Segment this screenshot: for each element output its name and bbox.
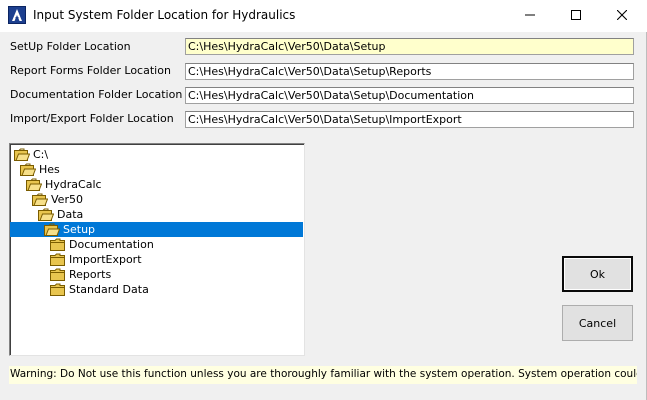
ok-button[interactable]: Ok bbox=[562, 256, 633, 292]
tree-item-label: Documentation bbox=[69, 238, 154, 251]
tree-item[interactable]: Documentation bbox=[10, 237, 303, 252]
maximize-icon bbox=[571, 9, 581, 23]
open-folder-icon bbox=[38, 208, 55, 221]
tree-item[interactable]: HydraCalc bbox=[10, 177, 303, 192]
tree-item-label: Standard Data bbox=[69, 283, 149, 296]
open-folder-icon bbox=[44, 223, 61, 236]
tree-item-label: ImportExport bbox=[69, 253, 142, 266]
open-folder-icon bbox=[32, 193, 49, 206]
folder-icon bbox=[50, 283, 66, 296]
report-forms-folder-input[interactable]: C:\Hes\HydraCalc\Ver50\Data\Setup\Report… bbox=[185, 63, 634, 80]
close-icon bbox=[616, 9, 628, 23]
documentation-folder-input[interactable]: C:\Hes\HydraCalc\Ver50\Data\Setup\Docume… bbox=[185, 87, 634, 104]
open-folder-icon bbox=[20, 163, 37, 176]
folder-icon bbox=[50, 238, 66, 251]
report-forms-folder-label: Report Forms Folder Location bbox=[10, 64, 171, 77]
close-button[interactable] bbox=[599, 0, 645, 32]
tree-item-label: Setup bbox=[63, 223, 96, 236]
tree-item[interactable]: Setup bbox=[10, 222, 303, 237]
setup-folder-input[interactable]: C:\Hes\HydraCalc\Ver50\Data\Setup bbox=[185, 38, 634, 55]
tree-item-label: C:\ bbox=[33, 148, 49, 161]
documentation-folder-label: Documentation Folder Location bbox=[10, 88, 183, 101]
tree-item-label: Reports bbox=[69, 268, 112, 281]
tree-item[interactable]: Ver50 bbox=[10, 192, 303, 207]
open-folder-icon bbox=[14, 148, 31, 161]
minimize-icon bbox=[525, 10, 535, 23]
tree-item[interactable]: Hes bbox=[10, 162, 303, 177]
window-title: Input System Folder Location for Hydraul… bbox=[33, 8, 296, 22]
tree-item-label: Ver50 bbox=[51, 193, 83, 206]
cancel-button[interactable]: Cancel bbox=[562, 305, 633, 341]
warning-message: Warning: Do Not use this function unless… bbox=[9, 366, 637, 384]
tree-item[interactable]: Data bbox=[10, 207, 303, 222]
folder-tree[interactable]: C:\ Hes HydraCalc Ver50 Data Setup Documentati… bbox=[9, 143, 305, 356]
title-bar[interactable]: Input System Folder Location for Hydraul… bbox=[0, 0, 647, 32]
tree-item[interactable]: ImportExport bbox=[10, 252, 303, 267]
tree-item[interactable]: Reports bbox=[10, 267, 303, 282]
tree-item[interactable]: C:\ bbox=[10, 147, 303, 162]
setup-folder-label: SetUp Folder Location bbox=[10, 40, 131, 53]
tree-item[interactable]: Standard Data bbox=[10, 282, 303, 297]
tree-item-label: Hes bbox=[39, 163, 60, 176]
maximize-button[interactable] bbox=[553, 0, 599, 32]
hydracalc-app-icon[interactable] bbox=[8, 6, 26, 24]
import-export-folder-input[interactable]: C:\Hes\HydraCalc\Ver50\Data\Setup\Import… bbox=[185, 111, 634, 128]
minimize-button[interactable] bbox=[507, 0, 553, 32]
tree-item-label: Data bbox=[57, 208, 84, 221]
folder-icon bbox=[50, 253, 66, 266]
open-folder-icon bbox=[26, 178, 43, 191]
tree-item-label: HydraCalc bbox=[45, 178, 102, 191]
dialog-window: Input System Folder Location for Hydraul… bbox=[0, 0, 647, 400]
import-export-folder-label: Import/Export Folder Location bbox=[10, 112, 174, 125]
folder-icon bbox=[50, 268, 66, 281]
